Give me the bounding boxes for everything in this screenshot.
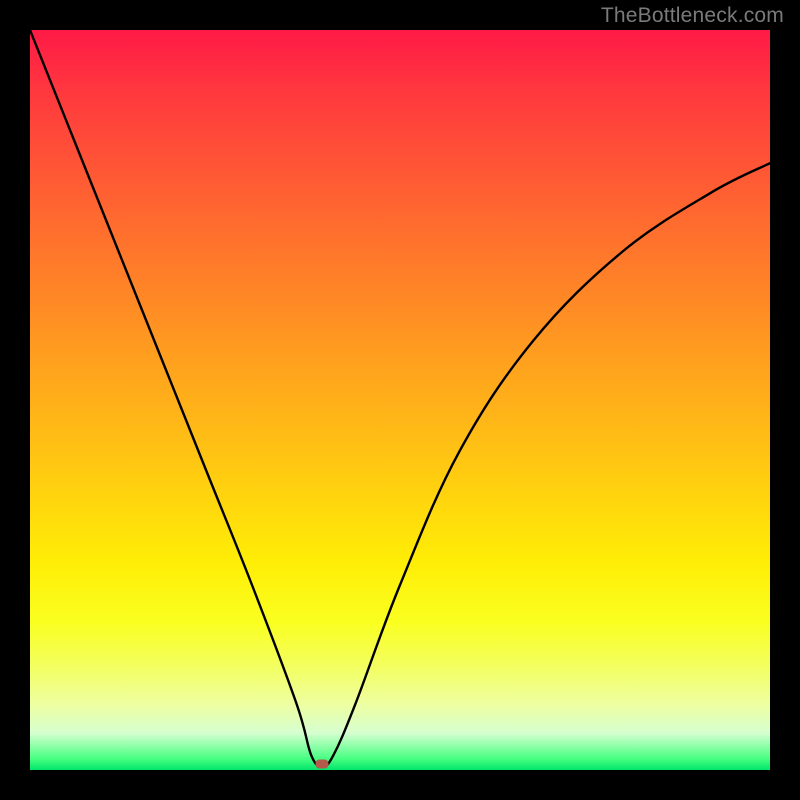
curve-svg [30,30,770,770]
chart-frame: TheBottleneck.com [0,0,800,800]
bottleneck-curve [30,30,770,766]
plot-area [30,30,770,770]
optimal-marker [316,760,329,769]
attribution-text: TheBottleneck.com [601,4,784,28]
